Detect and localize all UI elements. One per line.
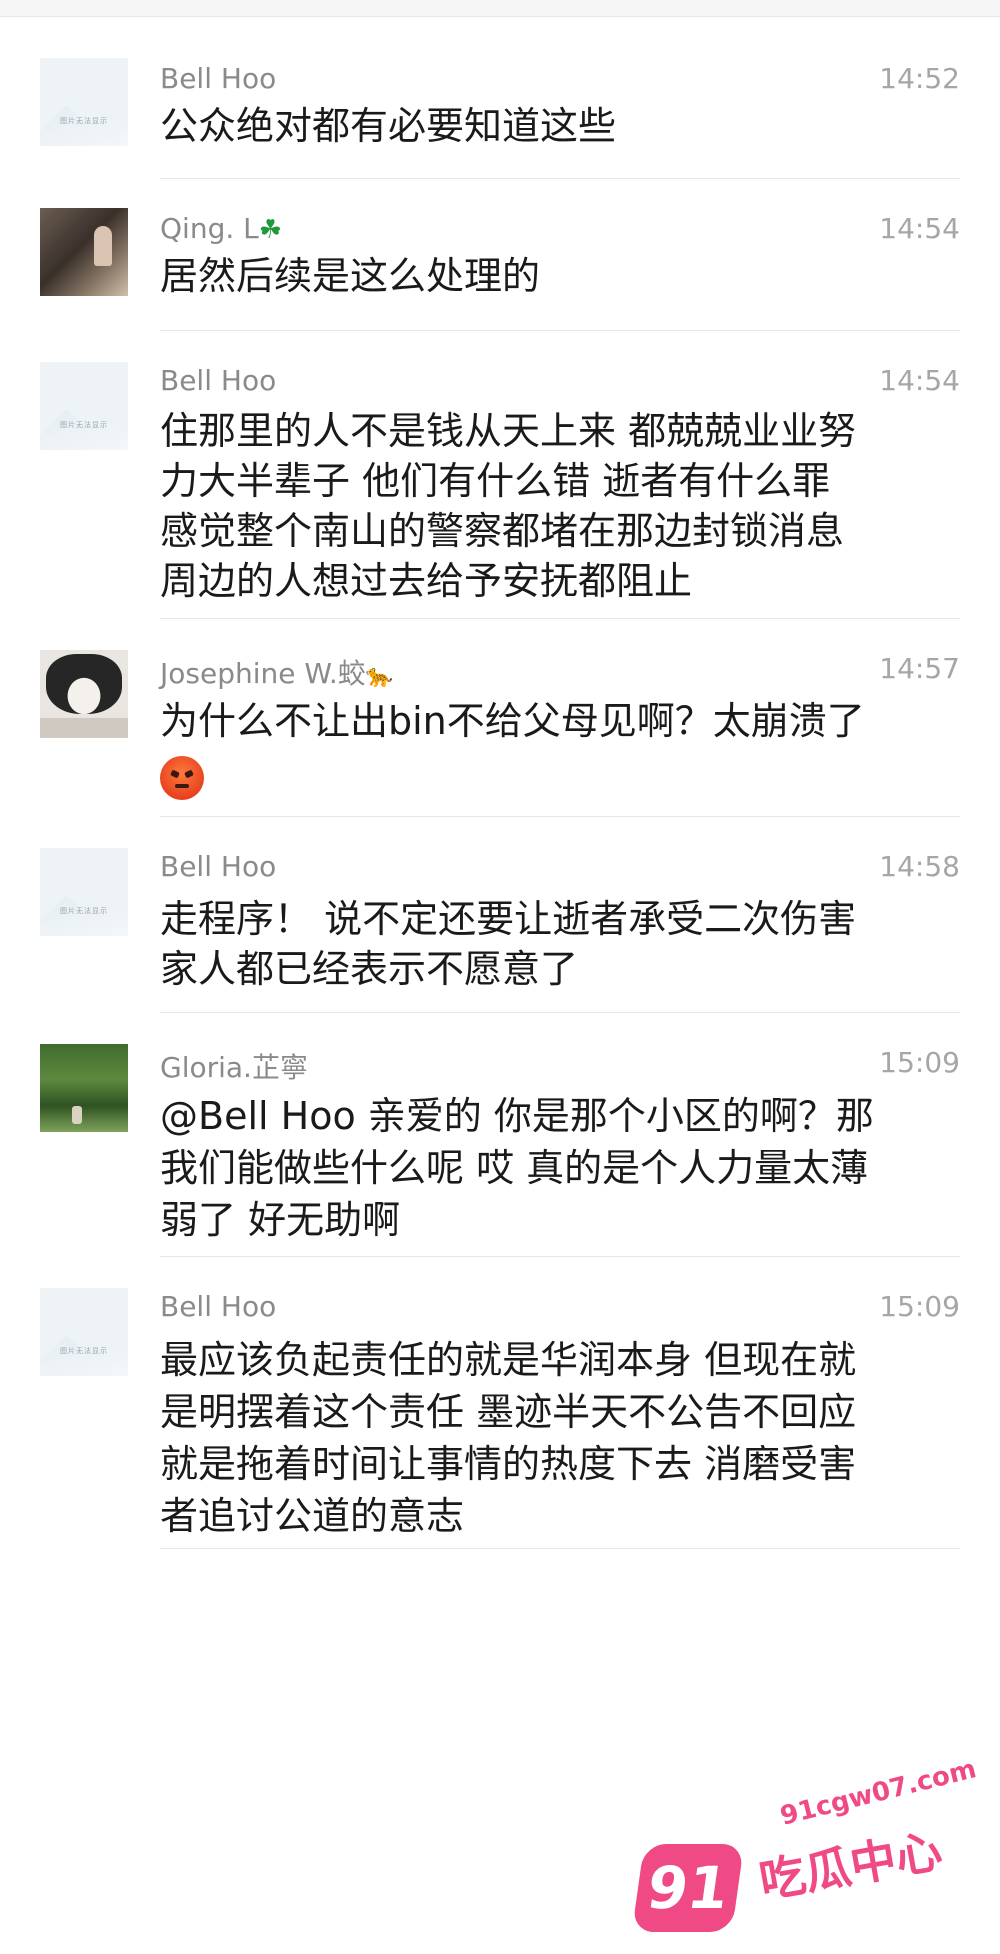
comment-line: 力大半辈子 他们有什么错 逝者有什么罪 — [160, 459, 831, 503]
avatar-broken-text: 图片无法显示 — [60, 907, 108, 915]
comment-time: 14:52 — [879, 62, 960, 95]
site-watermark: 91cgw07.com 91 吃瓜中心 — [628, 1754, 998, 1952]
comment-line: 居然后续是这么处理的 — [160, 254, 541, 298]
comment-line: 最应该负起责任的就是华润本身 但现在就 — [160, 1338, 857, 1382]
comment-text: 住那里的人不是钱从天上来 都兢兢业业努 力大半辈子 他们有什么错 逝者有什么罪 … — [160, 406, 960, 606]
comment-time: 14:57 — [879, 652, 960, 685]
comment-text: 走程序！ 说不定还要让逝者承受二次伤害 家人都已经表示不愿意了 — [160, 894, 960, 994]
watermark-badge: 91 — [631, 1844, 745, 1932]
comment-time: 14:54 — [879, 364, 960, 397]
comment-line: 公众绝对都有必要知道这些 — [160, 104, 617, 148]
comment-line: 者追讨公道的意志 — [160, 1494, 465, 1538]
leopard-icon: 🐆 — [365, 664, 394, 689]
watermark-title: 吃瓜中心 — [755, 1823, 946, 1909]
avatar-broken-text: 图片无法显示 — [60, 1347, 108, 1355]
top-bar — [0, 0, 1000, 17]
avatar[interactable]: 图片无法显示 — [40, 362, 128, 450]
watermark-domain: 91cgw07.com — [777, 1754, 980, 1832]
author-name: Qing. L — [160, 212, 259, 245]
avatar[interactable] — [40, 650, 128, 738]
comment-author[interactable]: Josephine W.蛟🐆 — [160, 652, 393, 692]
comment-line: 周边的人想过去给予安抚都阻止 — [160, 559, 693, 603]
comment-author[interactable]: Gloria.芷寧 — [160, 1046, 308, 1086]
comment-time: 14:58 — [879, 850, 960, 883]
divider — [160, 1256, 960, 1257]
comment-line: 弱了 好无助啊 — [160, 1198, 401, 1242]
comment-line: 走程序！ 说不定还要让逝者承受二次伤害 — [160, 897, 857, 941]
divider — [160, 816, 960, 817]
comment-text: 最应该负起责任的就是华润本身 但现在就 是明摆着这个责任 墨迹半天不公告不回应 … — [160, 1334, 960, 1542]
avatar[interactable]: 图片无法显示 — [40, 1288, 128, 1376]
comment-line: 我们能做些什么呢 哎 真的是个人力量太薄 — [160, 1146, 869, 1190]
avatar-broken-text: 图片无法显示 — [60, 117, 108, 125]
comment-line: 就是拖着时间让事情的热度下去 消磨受害 — [160, 1442, 857, 1486]
comment-text: 为什么不让出bin不给父母见啊？太崩溃了 — [160, 694, 960, 802]
comment-time: 15:09 — [879, 1290, 960, 1323]
comment-line: 家人都已经表示不愿意了 — [160, 947, 579, 991]
comment-text: 居然后续是这么处理的 — [160, 252, 960, 300]
author-name: Josephine W.蛟 — [160, 657, 366, 690]
avatar[interactable]: 图片无法显示 — [40, 848, 128, 936]
comment-author[interactable]: Bell Hoo — [160, 364, 276, 397]
angry-face-icon — [160, 755, 204, 800]
comment-text: @Bell Hoo 亲爱的 你是那个小区的啊？那 我们能做些什么呢 哎 真的是个… — [160, 1090, 960, 1246]
avatar[interactable] — [40, 208, 128, 296]
comment-line: @Bell Hoo 亲爱的 你是那个小区的啊？那 — [160, 1094, 874, 1138]
comment-line: 感觉整个南山的警察都堵在那边封锁消息 — [160, 509, 845, 553]
divider — [160, 618, 960, 619]
avatar[interactable]: 图片无法显示 — [40, 58, 128, 146]
divider — [160, 178, 960, 179]
divider — [160, 1012, 960, 1013]
avatar[interactable] — [40, 1044, 128, 1132]
divider — [160, 330, 960, 331]
comment-author[interactable]: Bell Hoo — [160, 850, 276, 883]
comment-author[interactable]: Bell Hoo — [160, 1290, 276, 1323]
comment-line: 住那里的人不是钱从天上来 都兢兢业业努 — [160, 409, 857, 453]
comment-time: 15:09 — [879, 1046, 960, 1079]
comment-text: 公众绝对都有必要知道这些 — [160, 102, 960, 150]
divider — [160, 1548, 960, 1549]
comment-line: 是明摆着这个责任 墨迹半天不公告不回应 — [160, 1390, 857, 1434]
avatar-broken-text: 图片无法显示 — [60, 421, 108, 429]
shamrock-icon: ☘ — [258, 215, 283, 245]
comment-time: 14:54 — [879, 212, 960, 245]
comment-author[interactable]: Qing. L☘ — [160, 212, 282, 245]
comment-author[interactable]: Bell Hoo — [160, 62, 276, 95]
comment-line: 为什么不让出bin不给父母见啊？太崩溃了 — [160, 699, 865, 743]
emoji-line — [160, 748, 960, 802]
